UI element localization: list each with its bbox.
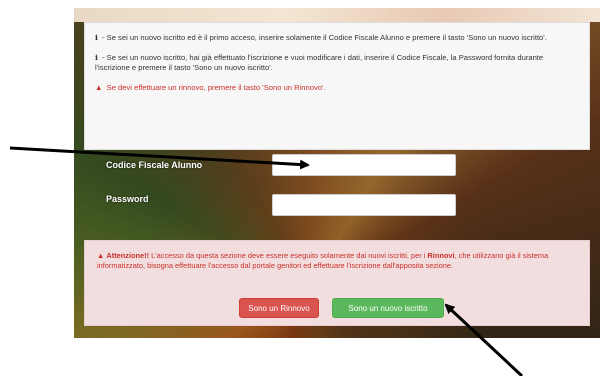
info-icon: i — [95, 33, 98, 42]
login-panel: i - Se sei un nuovo iscritto ed è il pri… — [74, 8, 600, 338]
warning-icon: ▲ — [97, 251, 105, 260]
alert-bold-word: Rinnovi — [427, 251, 455, 260]
info-icon: i — [95, 52, 98, 62]
warning-icon: ▲ — [95, 82, 103, 92]
sono-un-nuovo-iscritto-button[interactable]: Sono un nuovo iscritto — [332, 298, 444, 318]
info-line-1: i - Se sei un nuovo iscritto ed è il pri… — [95, 33, 547, 42]
info-line-3: ▲ Se devi effettuare un rinnovo, premere… — [95, 82, 326, 92]
header-strip — [74, 8, 600, 22]
alert-text: ▲ Attenzione!! L'accesso da questa sezio… — [97, 251, 549, 270]
info-line-2: i - Se sei un nuovo iscritto, hai già ef… — [95, 52, 544, 73]
login-form: Codice Fiscale Alunno Password — [74, 150, 600, 250]
password-label: Password — [106, 194, 149, 204]
sono-un-rinnovo-button[interactable]: Sono un Rinnovo — [239, 298, 319, 318]
alert-title: Attenzione!! — [106, 251, 150, 260]
info-box: i - Se sei un nuovo iscritto ed è il pri… — [84, 22, 590, 150]
password-input[interactable] — [272, 194, 456, 216]
codice-fiscale-input[interactable] — [272, 154, 456, 176]
codice-fiscale-label: Codice Fiscale Alunno — [106, 160, 203, 170]
